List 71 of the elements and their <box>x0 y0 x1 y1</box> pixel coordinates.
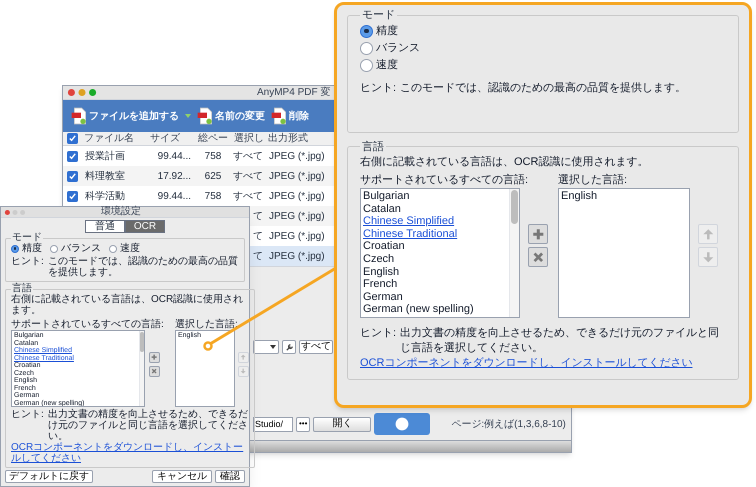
group-title: モード <box>361 8 396 23</box>
table-cell-text: 625 <box>204 170 222 184</box>
pages-hint: ページ:例えば(1,3,6,8-10) <box>451 418 566 432</box>
download-link[interactable]: OCRコンポーネントをダウンロードし、インストールしてください <box>11 442 249 464</box>
table-cell-text: 授業計画 <box>84 150 126 164</box>
table-cell-text: 99.44... <box>156 190 192 204</box>
table-cell-text: 99.44... <box>156 150 192 164</box>
list-heading: サポートされているすべての言語: <box>11 319 165 330</box>
toolbar-button[interactable]: ファイルを追加する <box>71 107 179 125</box>
column-header[interactable]: サイズ <box>147 132 195 144</box>
open-button[interactable]: 開く <box>313 416 372 432</box>
group-title: モード <box>11 233 43 243</box>
browse-button[interactable]: ••• <box>296 416 310 432</box>
apply-all-button[interactable]: すべて <box>299 340 333 354</box>
table-cell-text: て <box>252 230 264 244</box>
radio-label[interactable]: 精度 <box>376 24 398 38</box>
table-cell-text: て <box>252 210 264 224</box>
radio-label[interactable]: 速度 <box>376 58 398 72</box>
window-title: AnyMP4 PDF 変 <box>257 86 330 98</box>
confirm-button[interactable]: 確認 <box>215 470 245 483</box>
list-item[interactable]: German (new spelling) <box>363 303 509 316</box>
table-cell-text: 17.92... <box>156 170 192 184</box>
group-title: 言語 <box>11 284 33 294</box>
radio-label[interactable]: バランス <box>376 40 420 56</box>
column-header[interactable]: ファイル名 <box>81 132 147 144</box>
hint-label: ヒント: <box>11 409 44 422</box>
table-cell-text: すべて <box>232 170 264 184</box>
radio-label[interactable]: バランス <box>61 243 101 254</box>
table-cell-text: JPEG (*.jpg) <box>268 190 326 204</box>
list-item[interactable]: Bulgarian <box>363 190 509 203</box>
table-cell-text: 科学活動 <box>84 190 126 204</box>
list-item[interactable]: Czech <box>363 252 509 266</box>
toolbar-button[interactable]: 名前の変更 <box>197 107 265 125</box>
hint-text: 出力文書の精度を向上させるため、できるだけ元のファイルと同じ言語を選択してください。 <box>400 326 720 356</box>
hint-label: ヒント: <box>360 80 396 96</box>
reset-button[interactable]: デフォルトに戻す <box>5 470 93 483</box>
hint-text: このモードでは、認識のための最高の品質を提供します。 <box>400 80 686 96</box>
list-item[interactable]: German <box>363 290 509 304</box>
table-cell-text: すべて <box>232 150 264 164</box>
download-link[interactable]: OCRコンポーネントをダウンロードし、インストールしてください <box>360 356 726 371</box>
hint-label: ヒント: <box>360 326 396 341</box>
window-title: 環境設定 <box>101 207 141 217</box>
column-header[interactable]: 総ペー <box>195 132 231 144</box>
cancel-button[interactable]: キャンセル <box>152 470 212 483</box>
table-cell-text: JPEG (*.jpg) <box>268 170 326 184</box>
table-cell-text: 758 <box>204 190 222 204</box>
tab[interactable]: OCR <box>125 220 165 233</box>
hint-text: 出力文書の精度を向上させるため、できるだけ元のファイルと同じ言語を選択してください。 <box>48 409 249 442</box>
toolbar-button[interactable]: 削除 <box>271 107 309 125</box>
list-item[interactable]: Croatian <box>363 240 509 253</box>
column-header[interactable]: 選択し <box>231 132 265 144</box>
list-heading: サポートされているすべての言語: <box>360 173 530 188</box>
table-cell-text: すべて <box>232 190 264 204</box>
list-item[interactable]: Chinese Traditional <box>363 228 509 240</box>
table-cell-text: 料理教室 <box>84 170 126 184</box>
table-cell-text: JPEG (*.jpg) <box>268 150 326 164</box>
radio-label[interactable]: 精度 <box>22 243 42 254</box>
table-cell-text: 758 <box>204 150 222 164</box>
list-item[interactable]: French <box>363 278 509 291</box>
list-item[interactable]: Chinese Simplified <box>363 215 509 228</box>
tab[interactable]: 普通 <box>85 220 125 233</box>
list-item[interactable]: English <box>363 266 509 278</box>
table-cell-text: JPEG (*.jpg) <box>268 210 326 224</box>
table-cell-text: て <box>252 250 264 264</box>
hint-label: ヒント: <box>11 256 44 269</box>
table-cell-text: JPEG (*.jpg) <box>268 230 326 244</box>
radio-label[interactable]: 速度 <box>120 243 140 254</box>
path-field[interactable]: Studio/ <box>253 416 293 432</box>
hint-text: このモードでは、認識のための最高の品質を提供します。 <box>48 256 239 278</box>
description-text: 右側に記載されている言語は、OCR認識に使用されます。 <box>11 294 244 316</box>
table-cell-text: JPEG (*.jpg) <box>268 250 326 264</box>
